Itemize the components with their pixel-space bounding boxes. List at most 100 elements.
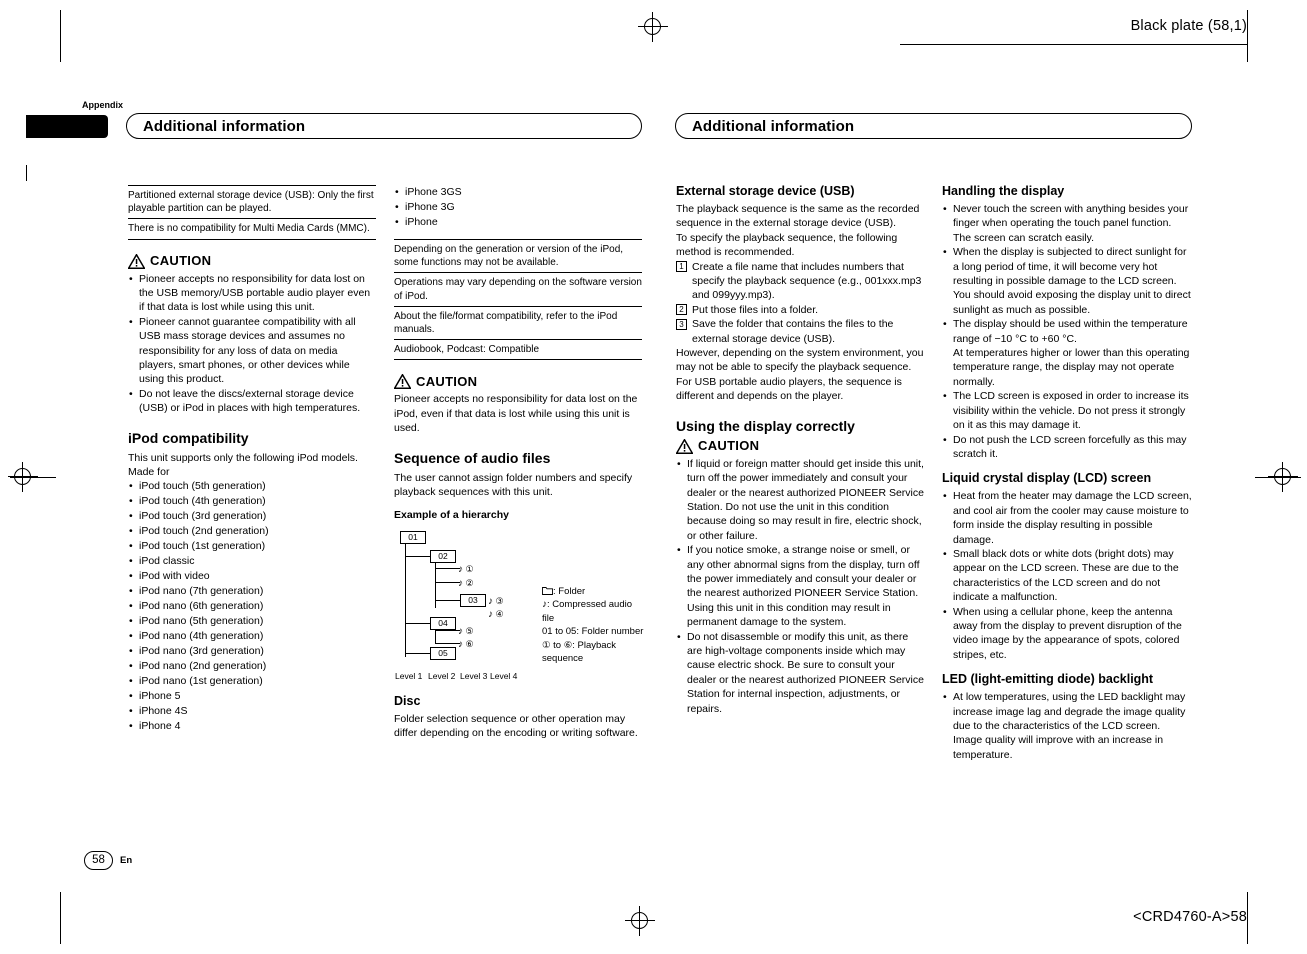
example-label: Example of a hierarchy	[394, 509, 509, 522]
list-item: If liquid or foreign matter should get i…	[676, 457, 926, 543]
caution-header: CAUTION	[127, 252, 376, 269]
footer-code: <CRD4760-A>58	[1133, 909, 1247, 925]
diagram-line	[435, 600, 460, 602]
legend-folder: : Folder	[542, 585, 644, 599]
list-item: iPhone 3G	[394, 200, 642, 215]
diagram-line	[435, 630, 460, 632]
list-item: Never touch the screen with anything bes…	[942, 202, 1192, 245]
list-item: iPod nano (6th generation)	[128, 599, 376, 614]
list-item: iPod touch (5th generation)	[128, 479, 376, 494]
list-item: iPod nano (3rd generation)	[128, 644, 376, 659]
step-number: 3	[676, 318, 687, 330]
section-title-left: Additional information	[126, 113, 642, 139]
list-item: When using a cellular phone, keep the an…	[942, 605, 1192, 663]
legend-playback-sequence: ① to ⑥: Playback sequence	[542, 639, 617, 665]
note-text: There is no compatibility for Multi Medi…	[128, 223, 370, 235]
column-4: Handling the display Never touch the scr…	[942, 183, 1192, 762]
diagram-line	[435, 582, 460, 584]
list-item: 3 Save the folder that contains the files…	[676, 317, 926, 346]
crop-mark-right-top	[1247, 10, 1248, 62]
column-2: iPhone 3GS iPhone 3G iPhone Depending on…	[393, 185, 644, 741]
warning-triangle-icon	[127, 252, 146, 269]
step-number: 2	[676, 304, 687, 316]
note-box: Operations may vary depending on the sof…	[394, 273, 642, 307]
step-number: 1	[676, 261, 687, 273]
crop-mark-left-top	[60, 10, 61, 62]
list-item: iPod nano (5th generation)	[128, 614, 376, 629]
list-item: Do not leave the discs/external storage …	[128, 387, 376, 416]
level-label-4: Level 4	[490, 670, 518, 681]
paragraph: However, depending on the system environ…	[676, 347, 924, 374]
page-number: 58	[84, 851, 113, 870]
note-text: About the file/format compatibility, ref…	[394, 310, 618, 336]
diagram-line	[435, 629, 436, 644]
list-item: The LCD screen is exposed in order to in…	[942, 389, 1192, 432]
list-item: iPod touch (3rd generation)	[128, 509, 376, 524]
folder-box-02: 02	[430, 549, 456, 563]
caution-list: If liquid or foreign matter should get i…	[676, 457, 926, 716]
heading-using-display-correctly: Using the display correctly	[676, 417, 855, 434]
warning-triangle-icon	[675, 437, 694, 454]
note-text: Depending on the generation or version o…	[394, 244, 624, 269]
audio-file-4: ♪ ④	[488, 608, 504, 620]
paragraph: Made for	[128, 466, 170, 479]
paragraph: Pioneer accepts no responsibility for da…	[394, 393, 638, 435]
note-box: Partitioned external storage device (USB…	[128, 185, 376, 220]
audio-file-6: ♪ ⑥	[458, 638, 474, 650]
diagram-line	[405, 653, 430, 655]
level-label-2: Level 2	[428, 670, 456, 681]
hierarchy-diagram: 01 02 03 04 05 ♪ ① ♪ ② ♪ ③ ♪ ④ ♪ ⑤ ♪ ⑥ L…	[394, 527, 644, 687]
heading-ipod-compatibility: iPod compatibility	[128, 429, 249, 446]
note-box: About the file/format compatibility, ref…	[394, 307, 642, 341]
registration-mark-top	[638, 12, 668, 42]
page-language: En	[120, 855, 133, 866]
caution-header: CAUTION	[675, 437, 926, 454]
page-footer: 58 En	[84, 851, 132, 870]
list-item: iPod touch (4th generation)	[128, 494, 376, 509]
column-3: External storage device (USB) The playba…	[675, 183, 926, 716]
paragraph: The user cannot assign folder numbers an…	[394, 471, 633, 499]
list-item: iPod nano (2nd generation)	[128, 659, 376, 674]
caution-header: CAUTION	[393, 373, 642, 390]
paragraph: The playback sequence is the same as the…	[676, 203, 920, 230]
caution-label: CAUTION	[416, 373, 478, 389]
folder-box-01: 01	[400, 530, 426, 544]
ipod-model-list-cont: iPhone 3GS iPhone 3G iPhone	[394, 185, 642, 230]
list-item: If you notice smoke, a strange noise or …	[676, 543, 926, 629]
level-label-3: Level 3	[460, 670, 488, 681]
paragraph: To specify the playback sequence, the fo…	[676, 231, 898, 259]
note-text: Audiobook, Podcast: Compatible	[394, 344, 540, 356]
list-item: iPod nano (7th generation)	[128, 584, 376, 599]
note-text: Operations may vary depending on the sof…	[394, 277, 642, 302]
warning-triangle-icon	[393, 373, 412, 390]
list-item: Pioneer accepts no responsibility for da…	[128, 272, 376, 315]
crop-mark-left-bottom	[60, 892, 61, 944]
diagram-line	[435, 643, 460, 645]
heading-led-backlight: LED (light-emitting diode) backlight	[942, 672, 1154, 687]
header-rule	[900, 44, 1247, 45]
legend-audio: ♪: Compressed audio file	[542, 599, 633, 624]
registration-mark-left	[8, 462, 38, 492]
heading-lcd-screen: Liquid crystal display (LCD) screen	[942, 471, 1152, 486]
list-item: Pioneer cannot guarantee compatibility w…	[128, 315, 376, 387]
heading-external-storage-device: External storage device (USB)	[676, 184, 855, 198]
list-item: 1 Create a file name that includes number…	[676, 260, 926, 303]
diagram-legend: : Folder ♪: Compressed audio file 01 to …	[542, 585, 644, 666]
list-item: iPhone	[394, 215, 642, 230]
list-item: Heat from the heater may damage the LCD …	[942, 489, 1192, 547]
level-label-1: Level 1	[395, 670, 423, 681]
list-item: iPod classic	[128, 554, 376, 569]
list-item: iPod touch (2nd generation)	[128, 524, 376, 539]
section-title-right-text: Additional information	[692, 118, 855, 135]
list-item: iPhone 4S	[128, 704, 376, 719]
list-item: iPhone 5	[128, 689, 376, 704]
note-box: Audiobook, Podcast: Compatible	[394, 340, 642, 361]
note-box: There is no compatibility for Multi Medi…	[128, 219, 376, 240]
diagram-line	[405, 623, 430, 625]
side-tick	[26, 165, 27, 181]
list-item: When the display is subjected to direct …	[942, 245, 1192, 317]
list-item: Do not push the LCD screen forcefully as…	[942, 433, 1192, 462]
black-plate-label: Black plate (58,1)	[1130, 18, 1247, 34]
list-item-continuation: At temperatures higher or lower than thi…	[953, 347, 1190, 388]
caution-label: CAUTION	[698, 437, 760, 453]
